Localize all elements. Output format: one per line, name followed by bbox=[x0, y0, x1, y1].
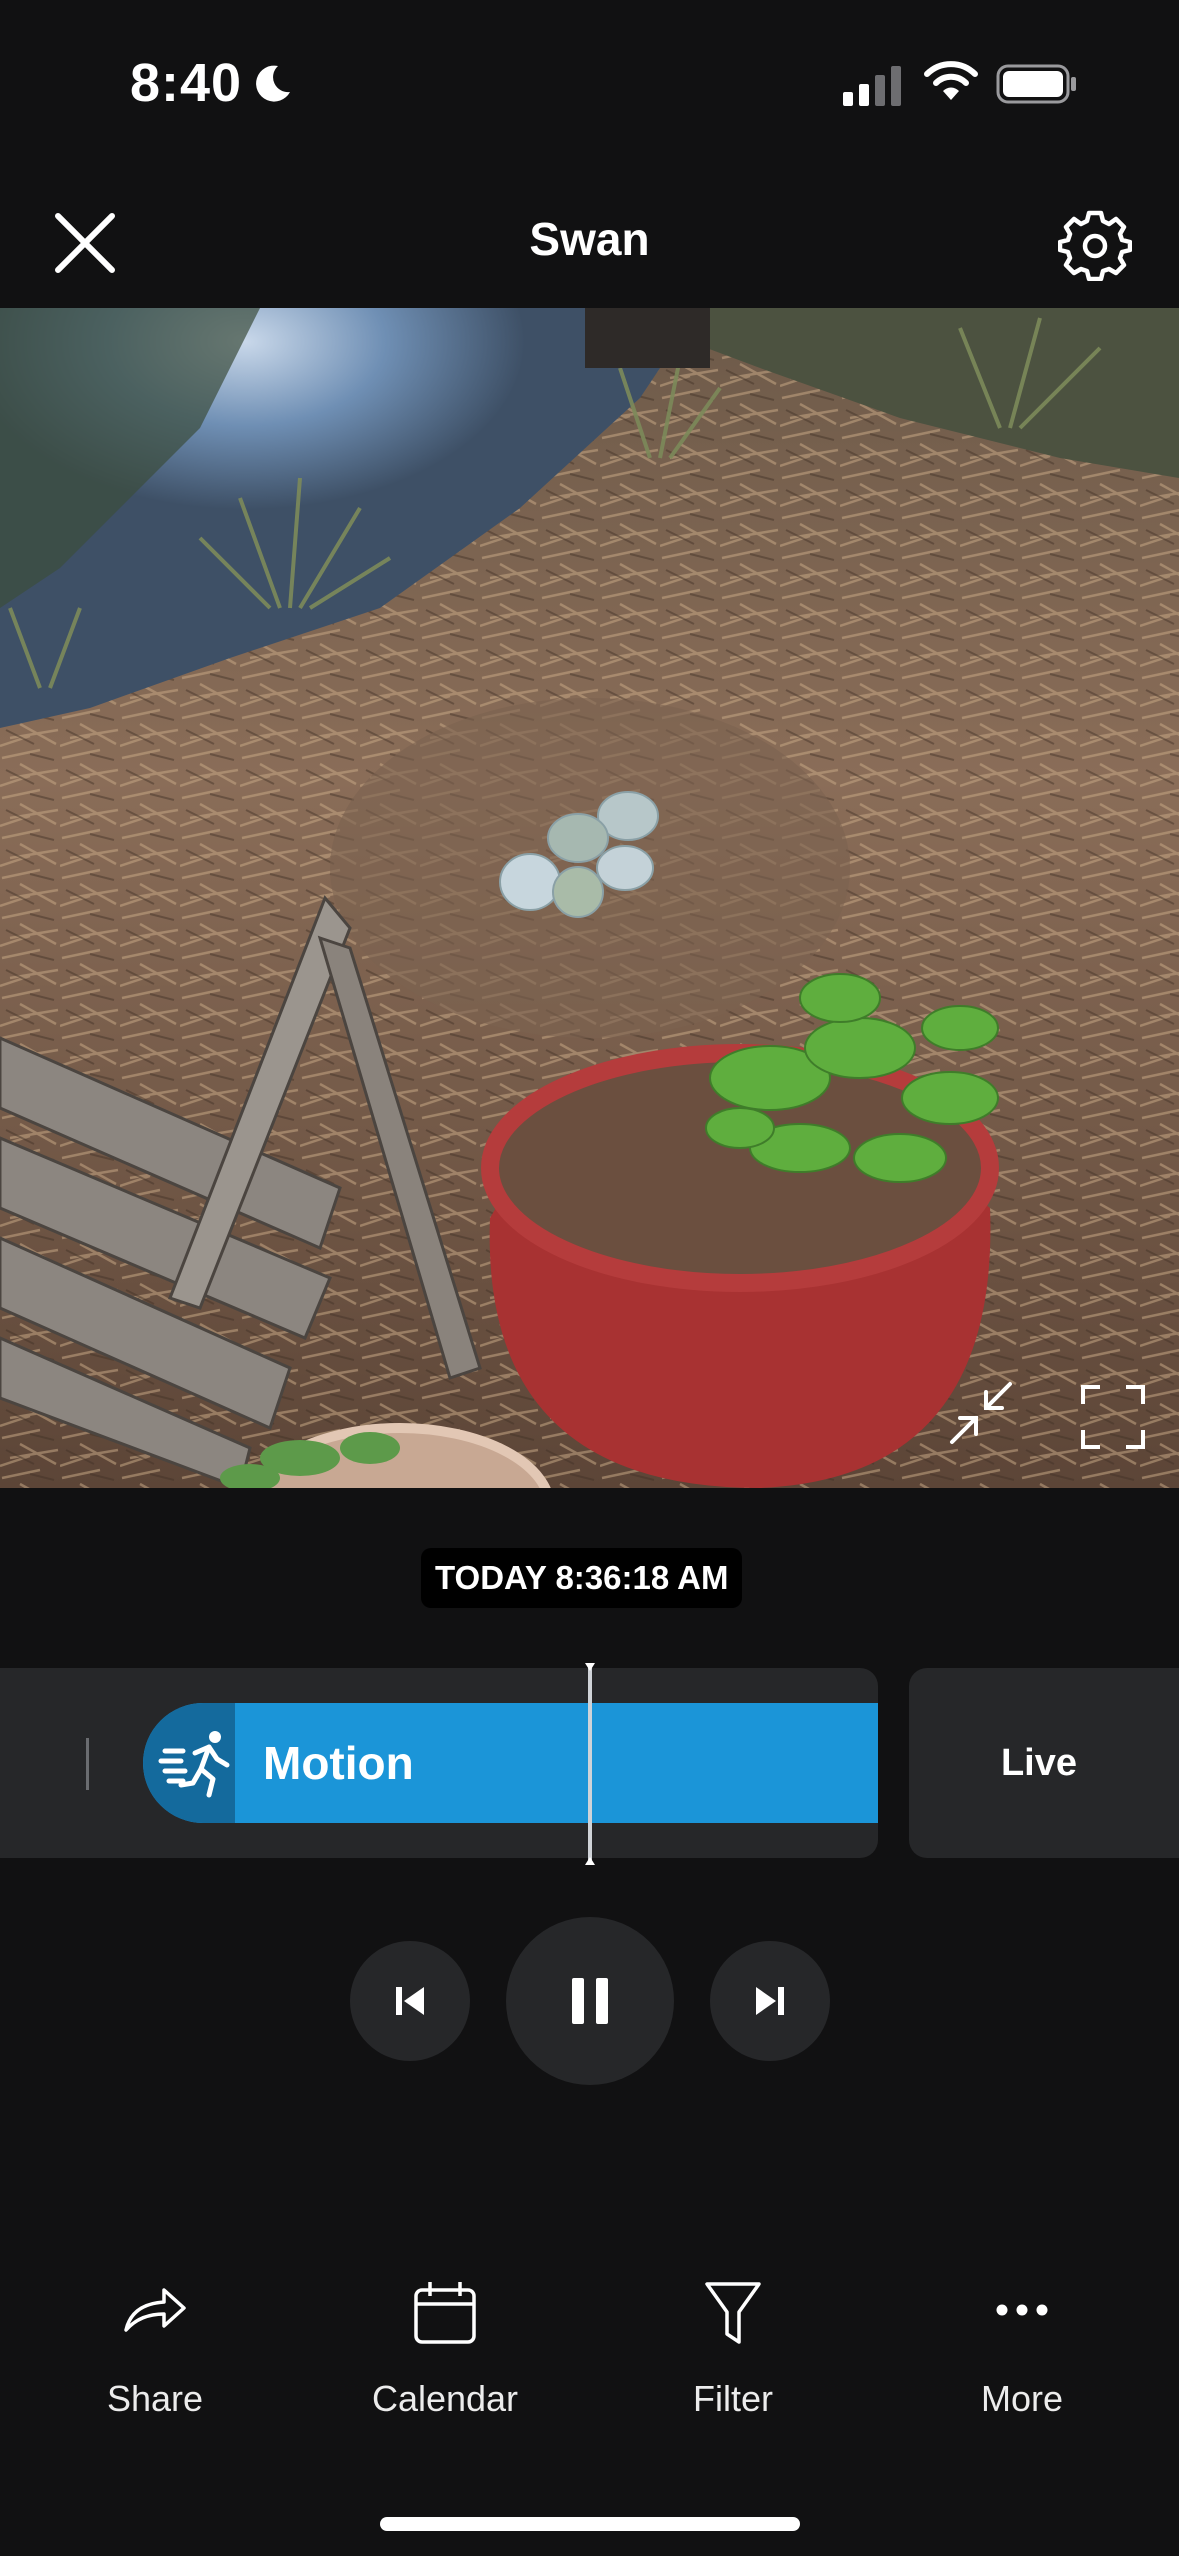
motion-icon-box bbox=[143, 1703, 235, 1823]
video-frame-image bbox=[0, 308, 1179, 1488]
more-label: More bbox=[980, 2378, 1064, 2419]
live-button[interactable]: Live bbox=[909, 1668, 1179, 1858]
settings-button[interactable] bbox=[1057, 207, 1133, 282]
calendar-label: Calendar bbox=[371, 2378, 519, 2419]
filter-button[interactable]: Filter bbox=[623, 2280, 843, 2420]
moon-icon bbox=[256, 65, 290, 102]
running-person-icon bbox=[158, 1731, 230, 1798]
motion-event-clip[interactable]: Motion bbox=[143, 1703, 878, 1823]
pause-icon bbox=[572, 1978, 608, 2024]
previous-event-button[interactable] bbox=[350, 1941, 470, 2061]
camera-title: Swan bbox=[529, 213, 650, 265]
next-event-button[interactable] bbox=[710, 1941, 830, 2061]
filter-icon bbox=[705, 2282, 761, 2344]
timeline-playhead[interactable] bbox=[585, 1663, 595, 1865]
motion-event-label: Motion bbox=[263, 1737, 414, 1789]
battery-icon bbox=[996, 64, 1076, 104]
shrink-view-button[interactable] bbox=[948, 1380, 1014, 1446]
share-label: Share bbox=[106, 2378, 204, 2419]
timeline-tick bbox=[86, 1738, 89, 1790]
calendar-button[interactable]: Calendar bbox=[335, 2280, 555, 2420]
share-button[interactable]: Share bbox=[45, 2280, 265, 2420]
more-icon bbox=[996, 2304, 1048, 2316]
fullscreen-button[interactable] bbox=[1080, 1384, 1146, 1450]
share-icon bbox=[124, 2288, 186, 2332]
gear-icon bbox=[1057, 210, 1133, 282]
fullscreen-icon bbox=[1081, 1385, 1145, 1449]
skip-previous-icon bbox=[396, 1987, 424, 2015]
shrink-arrows-icon bbox=[950, 1382, 1012, 1444]
cellular-signal-icon bbox=[843, 66, 901, 106]
home-indicator[interactable] bbox=[380, 2517, 800, 2531]
more-button[interactable]: More bbox=[912, 2280, 1132, 2420]
filter-label: Filter bbox=[693, 2378, 773, 2419]
calendar-icon bbox=[414, 2282, 476, 2344]
wifi-icon bbox=[924, 61, 978, 100]
camera-video-feed[interactable] bbox=[0, 308, 1179, 1488]
skip-next-icon bbox=[756, 1987, 784, 2015]
status-time: 8:40 bbox=[130, 53, 243, 113]
pause-button[interactable] bbox=[506, 1917, 674, 2085]
playhead-markers bbox=[585, 1663, 595, 1865]
recording-timestamp: TODAY 8:36:18 AM bbox=[421, 1548, 743, 1608]
live-label: Live bbox=[1000, 1742, 1078, 1784]
